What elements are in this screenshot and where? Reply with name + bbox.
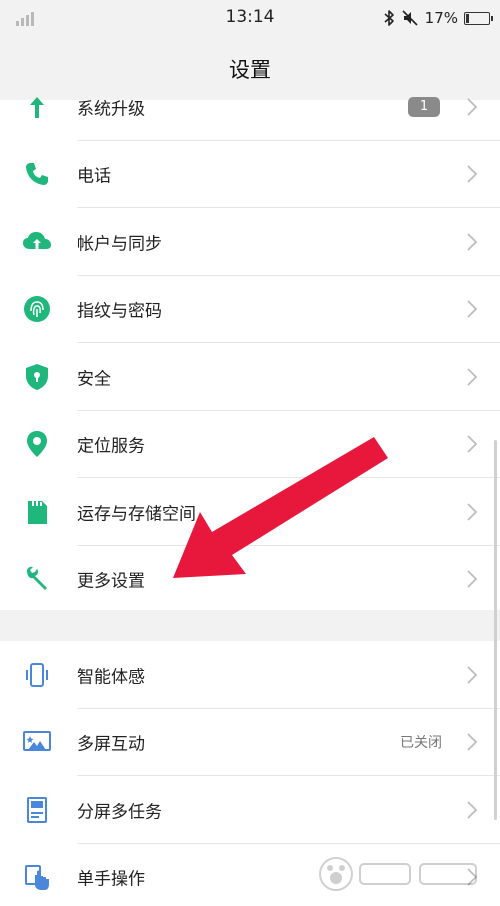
chevron-right-icon	[467, 570, 478, 588]
settings-item-label: 分屏多任务	[77, 802, 162, 823]
multi-screen-status: 已关闭	[400, 735, 442, 752]
battery-percent: 17%	[424, 9, 458, 27]
settings-item-smart-motion[interactable]: 智能体感	[0, 641, 500, 709]
settings-item-label: 帐户与同步	[77, 234, 162, 255]
settings-item-split-screen[interactable]: 分屏多任务	[0, 776, 500, 844]
settings-item-label: 安全	[77, 369, 111, 390]
settings-list-main: 系统升级 1 电话 帐户与同步 指纹与密码 安全 定位服务 运存与存储空间 更多…	[0, 73, 500, 613]
settings-item-label: 智能体感	[77, 667, 145, 688]
chevron-right-icon	[467, 435, 478, 453]
phone-icon	[22, 159, 52, 189]
one-hand-icon	[22, 862, 52, 892]
chevron-right-icon	[467, 733, 478, 751]
settings-item-more-settings[interactable]: 更多设置	[0, 546, 500, 614]
chevron-right-icon	[467, 801, 478, 819]
screen-cast-icon	[22, 727, 52, 757]
battery-fill	[466, 13, 469, 23]
settings-item-label: 指纹与密码	[77, 301, 162, 322]
settings-item-multi-screen[interactable]: 多屏互动 已关闭	[0, 709, 500, 776]
location-pin-icon	[22, 429, 52, 459]
arrow-up-icon	[22, 92, 52, 122]
status-icons: 17%	[383, 6, 493, 30]
phone-motion-icon	[22, 660, 52, 690]
settings-item-label: 多屏互动	[77, 734, 145, 755]
chevron-right-icon	[467, 165, 478, 183]
split-screen-icon	[22, 795, 52, 825]
settings-item-security[interactable]: 安全	[0, 343, 500, 411]
settings-item-system-update[interactable]: 系统升级 1	[0, 73, 500, 141]
settings-item-memory-storage[interactable]: 运存与存储空间	[0, 478, 500, 546]
section-separator	[0, 610, 500, 641]
settings-item-label: 定位服务	[77, 436, 145, 457]
mute-icon	[402, 10, 418, 26]
sd-card-icon	[22, 497, 52, 527]
settings-item-label: 系统升级	[77, 99, 145, 120]
chevron-right-icon	[467, 368, 478, 386]
shield-icon	[22, 362, 52, 392]
fingerprint-icon	[22, 294, 52, 324]
chevron-right-icon	[467, 233, 478, 251]
settings-item-fingerprint-password[interactable]: 指纹与密码	[0, 276, 500, 343]
chevron-right-icon	[467, 300, 478, 318]
chevron-right-icon	[467, 666, 478, 684]
chevron-right-icon	[467, 503, 478, 521]
settings-item-label: 单手操作	[77, 869, 145, 890]
bluetooth-icon	[384, 10, 394, 26]
status-bar: 13:14 17%	[0, 0, 500, 36]
battery-icon	[464, 11, 493, 25]
settings-item-label: 电话	[77, 166, 111, 187]
chevron-right-icon	[467, 98, 478, 116]
settings-item-phone[interactable]: 电话	[0, 141, 500, 208]
settings-item-label: 更多设置	[77, 571, 145, 592]
settings-item-label: 运存与存储空间	[77, 504, 196, 525]
baidu-watermark-logo	[319, 857, 477, 891]
cloud-sync-icon	[22, 227, 52, 257]
wrench-icon	[22, 564, 52, 594]
scrollbar[interactable]	[494, 440, 497, 820]
settings-item-location[interactable]: 定位服务	[0, 411, 500, 478]
settings-item-accounts-sync[interactable]: 帐户与同步	[0, 208, 500, 276]
update-count-badge: 1	[408, 96, 440, 117]
